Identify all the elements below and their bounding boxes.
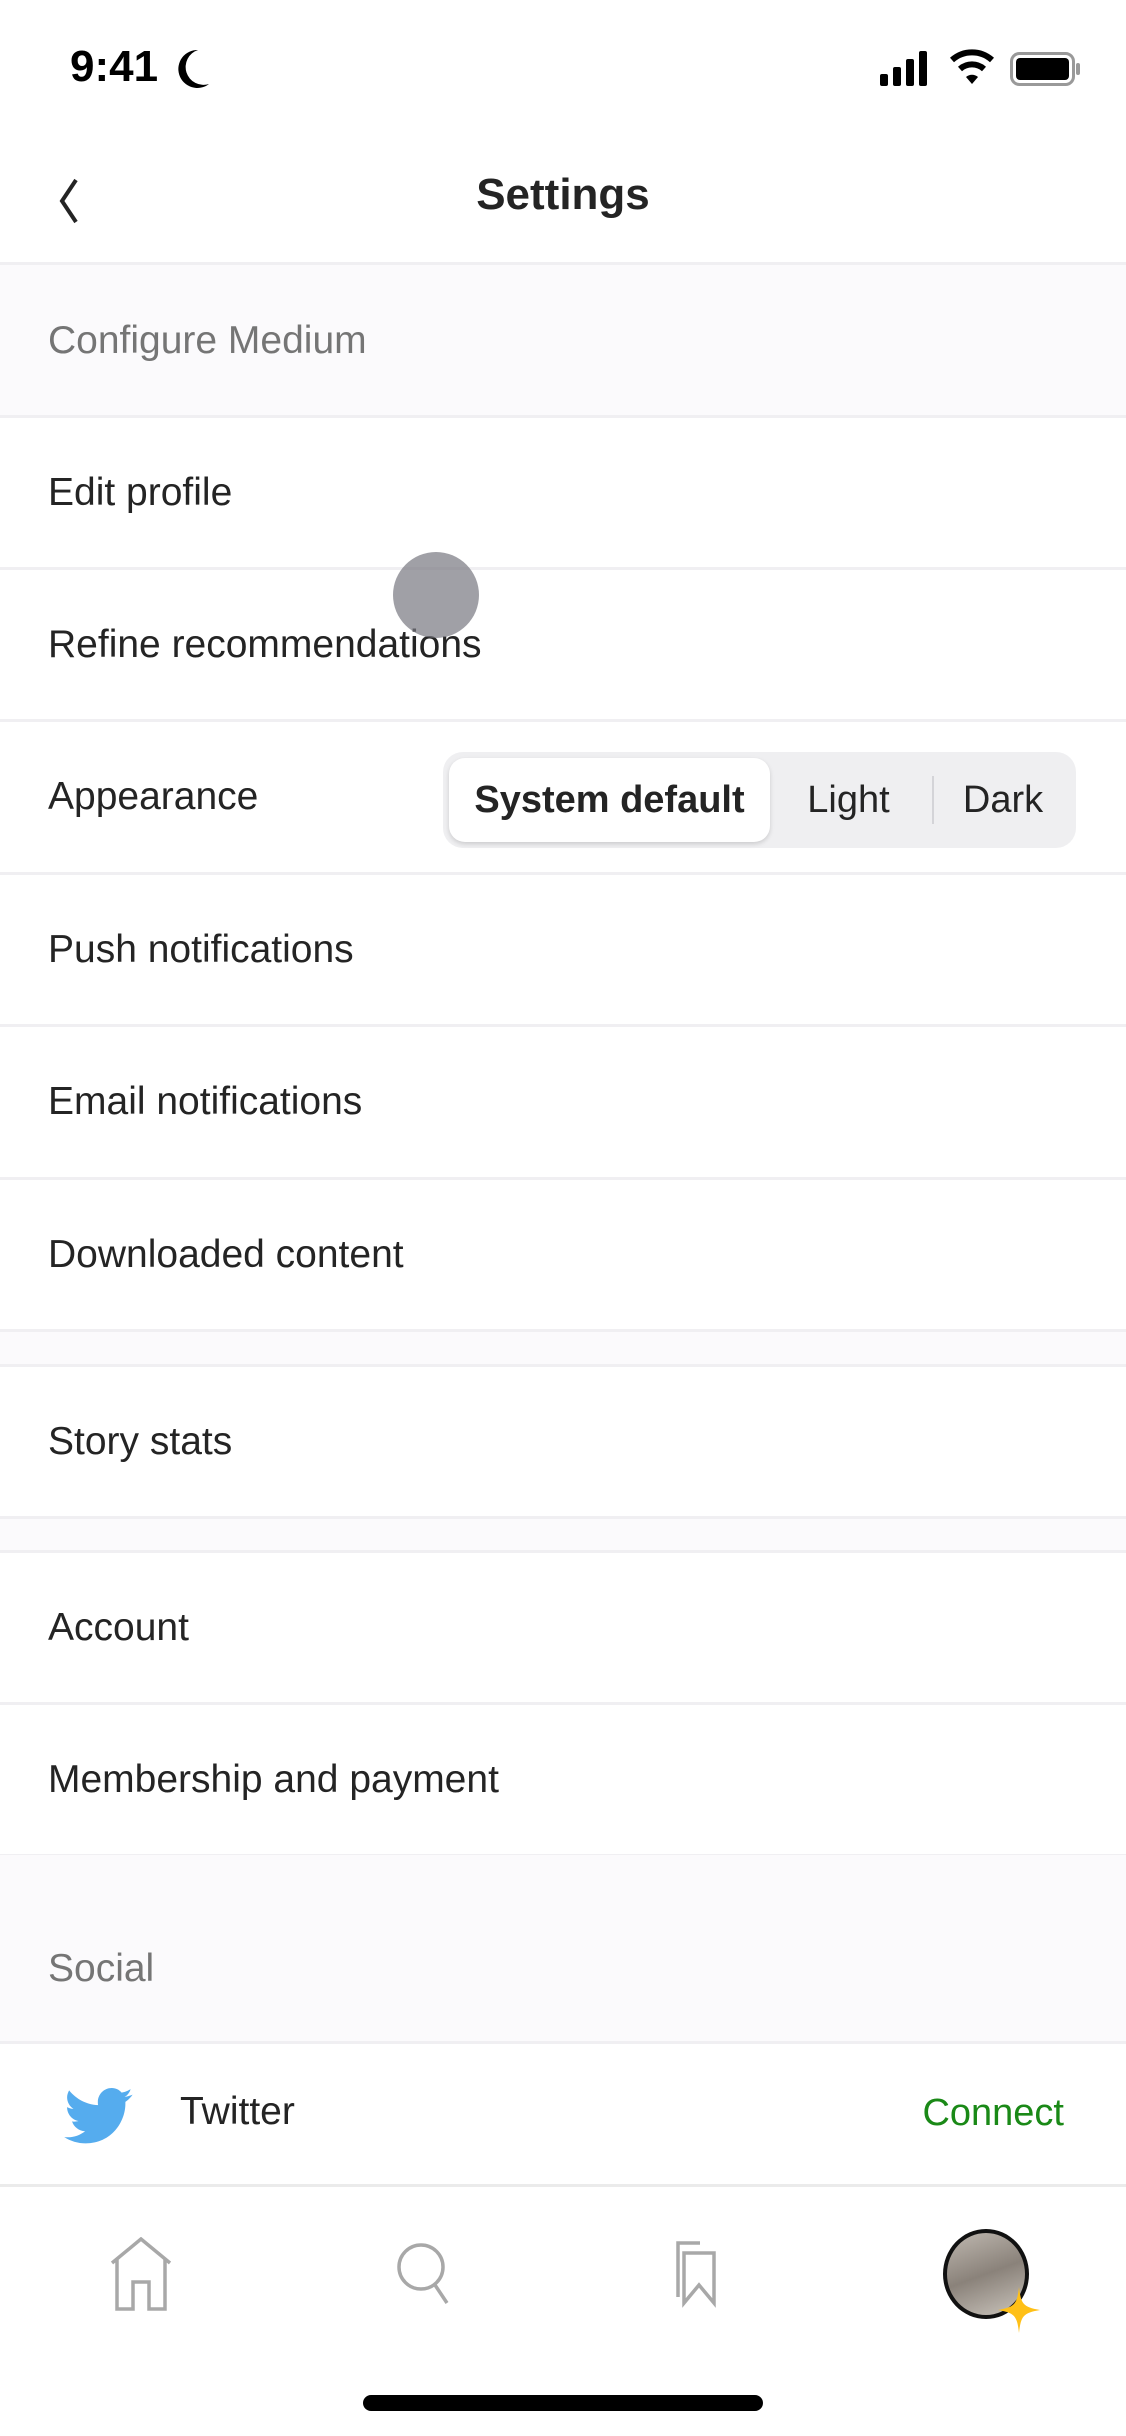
appearance-option-light[interactable]: Light xyxy=(776,758,921,842)
section-gap xyxy=(0,1332,1126,1367)
row-label: Appearance xyxy=(48,775,259,818)
section-social: Social xyxy=(0,1855,1126,2044)
appearance-option-dark[interactable]: Dark xyxy=(933,758,1073,842)
moon-icon xyxy=(178,49,209,88)
touch-indicator xyxy=(393,552,479,638)
section-header: Social xyxy=(48,1947,155,1990)
wifi-icon xyxy=(950,49,994,84)
appearance-option-system-default[interactable]: System default xyxy=(449,758,770,842)
row-label: Edit profile xyxy=(48,470,233,514)
row-label: Downloaded content xyxy=(48,1232,404,1276)
row-label: Push notifications xyxy=(48,927,354,971)
row-email-notifications[interactable]: Email notifications xyxy=(0,1027,1126,1180)
home-icon[interactable] xyxy=(108,2237,174,2313)
section-header: Configure Medium xyxy=(48,319,367,362)
row-push-notifications[interactable]: Push notifications xyxy=(0,875,1126,1027)
row-refine-recommendations[interactable]: Refine recommendations xyxy=(0,570,1126,722)
row-edit-profile[interactable]: Edit profile xyxy=(0,418,1126,570)
search-icon[interactable] xyxy=(395,2241,455,2307)
section-configure-medium: Configure Medium xyxy=(0,262,1126,418)
tab-bar xyxy=(0,2184,1126,2436)
home-indicator xyxy=(363,2395,763,2411)
row-account[interactable]: Account xyxy=(0,1553,1126,1705)
row-membership-and-payment[interactable]: Membership and payment xyxy=(0,1705,1126,1857)
cellular-icon xyxy=(880,51,927,86)
row-downloaded-content[interactable]: Downloaded content xyxy=(0,1180,1126,1332)
page-title: Settings xyxy=(476,170,650,219)
row-label: Account xyxy=(48,1605,189,1649)
row-twitter[interactable]: Twitter Connect xyxy=(0,2044,1126,2184)
battery-icon xyxy=(1010,52,1080,86)
row-label: Story stats xyxy=(48,1419,233,1463)
segment-divider xyxy=(932,776,934,824)
status-time: 9:41 xyxy=(70,42,159,91)
row-story-stats[interactable]: Story stats xyxy=(0,1367,1126,1519)
section-gap xyxy=(0,1519,1126,1553)
sparkle-icon xyxy=(998,2287,1040,2333)
bookmarks-icon[interactable] xyxy=(670,2239,730,2309)
twitter-connect-button[interactable]: Connect xyxy=(922,2092,1064,2135)
twitter-icon xyxy=(64,2088,133,2144)
twitter-label: Twitter xyxy=(180,2090,295,2133)
appearance-segmented-control: System default Light Dark xyxy=(443,752,1076,848)
row-label: Membership and payment xyxy=(48,1757,499,1801)
row-label: Email notifications xyxy=(48,1080,363,1123)
